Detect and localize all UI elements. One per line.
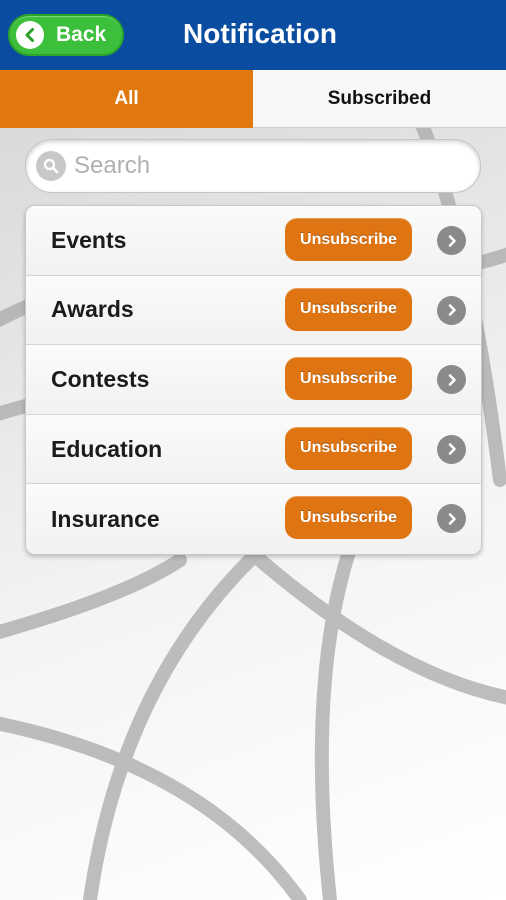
list-item-education[interactable]: Education Unsubscribe xyxy=(26,414,481,485)
search-bar[interactable] xyxy=(25,139,481,193)
notification-list: Events Unsubscribe Awards Unsubscribe Co… xyxy=(25,205,482,555)
list-item-insurance[interactable]: Insurance Unsubscribe xyxy=(26,484,481,554)
list-item-label: Events xyxy=(51,226,127,253)
unsubscribe-button[interactable]: Unsubscribe xyxy=(285,287,412,331)
search-icon xyxy=(36,151,66,181)
tab-bar: All Subscribed xyxy=(0,70,506,128)
list-item-contests[interactable]: Contests Unsubscribe xyxy=(26,345,481,415)
navigation-bar: Back Notification xyxy=(0,0,506,70)
list-item-label: Contests xyxy=(51,365,150,392)
page-title: Notification xyxy=(183,18,337,49)
unsubscribe-button[interactable]: Unsubscribe xyxy=(285,496,412,540)
tab-all[interactable]: All xyxy=(0,70,253,128)
back-button-label: Back xyxy=(56,23,107,46)
chevron-right-icon[interactable] xyxy=(437,504,466,534)
chevron-right-icon[interactable] xyxy=(437,295,466,325)
search-input[interactable] xyxy=(74,152,454,180)
list-item-label: Insurance xyxy=(51,505,160,532)
chevron-left-icon xyxy=(16,21,44,49)
chevron-right-icon[interactable] xyxy=(437,226,466,255)
list-item-awards[interactable]: Awards Unsubscribe xyxy=(26,275,481,346)
list-item-label: Education xyxy=(51,435,163,462)
back-button[interactable]: Back xyxy=(8,14,124,56)
list-item-events[interactable]: Events Unsubscribe xyxy=(26,206,481,276)
chevron-right-icon[interactable] xyxy=(437,434,466,464)
unsubscribe-button[interactable]: Unsubscribe xyxy=(285,357,412,401)
unsubscribe-button[interactable]: Unsubscribe xyxy=(285,218,412,261)
chevron-right-icon[interactable] xyxy=(437,365,466,395)
tab-subscribed[interactable]: Subscribed xyxy=(253,70,506,128)
list-item-label: Awards xyxy=(51,296,134,323)
unsubscribe-button[interactable]: Unsubscribe xyxy=(285,426,412,470)
